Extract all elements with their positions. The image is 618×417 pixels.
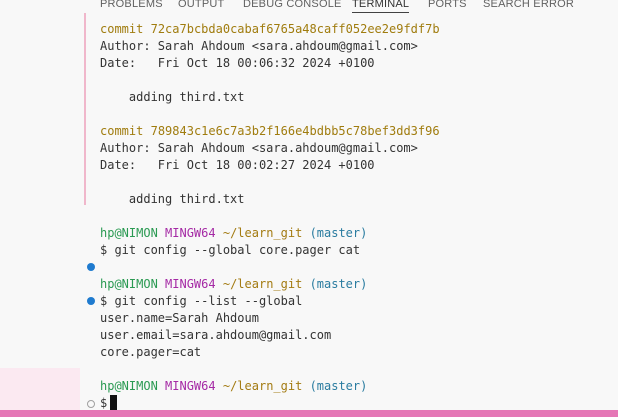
tab-ports[interactable]: PORTS — [428, 0, 467, 11]
commit-2-author: Author: Sarah Ahdoum <sara.ahdoum@gmail.… — [100, 141, 418, 155]
commit-2-message: adding third.txt — [100, 192, 245, 206]
terminal-output[interactable]: commit 72ca7bcbda0cabaf6765a48caff052ee2… — [80, 13, 618, 410]
command-1: $ git config --global core.pager cat — [100, 243, 361, 257]
commit-2-date: Date: Fri Oct 18 00:02:27 2024 +0100 — [100, 158, 375, 172]
panel-tab-bar: PROBLEMS OUTPUT DEBUG CONSOLE TERMINAL P… — [80, 0, 618, 13]
editor-gutter — [0, 0, 80, 417]
prompt-path: ~/learn_git — [222, 226, 303, 240]
prompt-user-host: hp@NIMON — [100, 277, 158, 291]
config-output-line: user.name=Sarah Ahdoum — [100, 311, 259, 325]
commit-1-author: Author: Sarah Ahdoum <sara.ahdoum@gmail.… — [100, 39, 418, 53]
prompt-path: ~/learn_git — [222, 277, 303, 291]
commit-1-label: commit — [100, 22, 144, 36]
prompt-shell: MINGW64 — [165, 277, 216, 291]
tab-search-error[interactable]: SEARCH ERROR — [483, 0, 574, 11]
prompt-branch: (master) — [309, 379, 368, 393]
tab-debug-console[interactable]: DEBUG CONSOLE — [243, 0, 342, 11]
commit-2-hash: 789843c1e6c7a3b2f166e4bdbb5c78bef3dd3f96 — [150, 124, 440, 138]
command-success-icon[interactable] — [87, 263, 95, 271]
final-prompt-symbol: $ — [100, 396, 108, 410]
prompt-shell: MINGW64 — [165, 226, 216, 240]
prompt-line-3: hp@NIMON MINGW64 ~/learn_git (master) — [100, 378, 367, 395]
prompt-branch: (master) — [309, 226, 368, 240]
commit-1-date: Date: Fri Oct 18 00:06:32 2024 +0100 — [100, 56, 375, 70]
tab-terminal[interactable]: TERMINAL — [352, 0, 410, 13]
tab-output[interactable]: OUTPUT — [178, 0, 224, 11]
prompt-path: ~/learn_git — [222, 379, 303, 393]
gutter-highlight — [0, 368, 80, 410]
commit-1-message: adding third.txt — [100, 90, 245, 104]
commit-2-line: commit 789843c1e6c7a3b2f166e4bdbb5c78bef… — [100, 123, 440, 140]
command-pending-icon[interactable] — [87, 400, 95, 408]
prompt-branch: (master) — [309, 277, 368, 291]
tab-problems[interactable]: PROBLEMS — [100, 0, 163, 11]
commit-2-label: commit — [100, 124, 144, 138]
config-output-line: core.pager=cat — [100, 345, 202, 359]
terminal-cursor — [110, 395, 118, 410]
command-2: $ git config --list --global — [100, 294, 303, 308]
prompt-shell: MINGW64 — [165, 379, 216, 393]
commit-1-line: commit 72ca7bcbda0cabaf6765a48caff052ee2… — [100, 21, 440, 38]
prompt-line-2: hp@NIMON MINGW64 ~/learn_git (master) — [100, 276, 367, 293]
prompt-user-host: hp@NIMON — [100, 379, 158, 393]
command-success-icon[interactable] — [87, 297, 95, 305]
prompt-user-host: hp@NIMON — [100, 226, 158, 240]
prompt-line-1: hp@NIMON MINGW64 ~/learn_git (master) — [100, 225, 367, 242]
commit-1-hash: 72ca7bcbda0cabaf6765a48caff052ee2e9fdf7b — [150, 22, 440, 36]
git-log-decoration-bar — [84, 13, 86, 205]
config-output-line: user.email=sara.ahdoum@gmail.com — [100, 328, 332, 342]
status-bar — [0, 410, 618, 417]
